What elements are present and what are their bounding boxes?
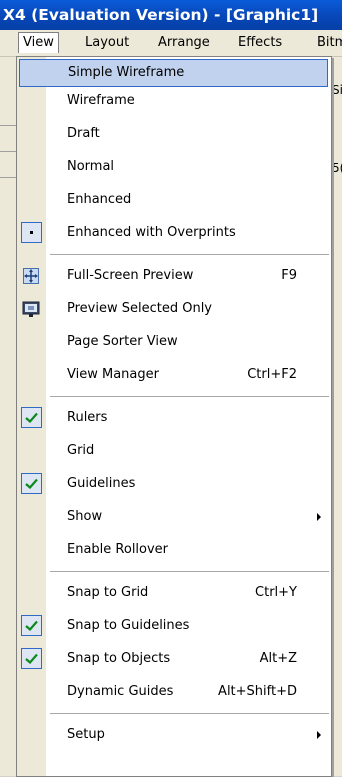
submenu-arrow-icon [317, 513, 321, 521]
menu-item-shortcut: F9 [281, 268, 297, 283]
menu-item-snap-to-objects[interactable]: Snap to Objects Alt+Z [17, 645, 331, 673]
menu-separator [50, 396, 329, 397]
menu-item-rulers[interactable]: Rulers [17, 404, 331, 432]
radio-dot-icon [21, 222, 42, 243]
checkmark-icon [21, 615, 42, 636]
menu-arrange[interactable]: Arrange [154, 33, 214, 53]
preview-selected-icon [22, 300, 40, 318]
menu-item-snap-to-grid[interactable]: Snap to Grid Ctrl+Y [17, 579, 331, 607]
menu-item-guidelines[interactable]: Guidelines [17, 470, 331, 498]
menu-effects[interactable]: Effects [234, 33, 286, 53]
toolbar-background-left [0, 57, 16, 776]
menu-item-label: Setup [67, 727, 105, 742]
checkmark-icon [21, 473, 42, 494]
menu-item-shortcut: Alt+Shift+D [218, 684, 297, 699]
toolbar-background-right: Si 5( [331, 57, 342, 776]
menu-item-shortcut: Ctrl+F2 [247, 367, 297, 382]
menu-item-full-screen-preview[interactable]: Full-Screen Preview F9 [17, 262, 331, 290]
menu-item-page-sorter-view[interactable]: Page Sorter View [17, 328, 331, 356]
menu-bitmaps[interactable]: Bitm [313, 33, 342, 53]
menu-item-label: Snap to Grid [67, 585, 149, 600]
checkmark-icon [21, 648, 42, 669]
menu-item-label: Show [67, 509, 103, 524]
menu-item-wireframe[interactable]: Wireframe [17, 87, 331, 115]
menu-item-label: Enable Rollover [67, 542, 169, 557]
menu-separator [50, 254, 329, 255]
menu-item-shortcut: Ctrl+Y [255, 585, 297, 600]
menu-bar: View Layout Arrange Effects Bitm [0, 30, 342, 57]
menu-item-label: Normal [67, 159, 115, 174]
menu-item-enhanced[interactable]: Enhanced [17, 186, 331, 214]
menu-item-label: Preview Selected Only [67, 301, 212, 316]
menu-item-label: Rulers [67, 410, 108, 425]
menu-item-label: Snap to Guidelines [67, 618, 190, 633]
menu-item-normal[interactable]: Normal [17, 153, 331, 181]
menu-item-label: Simple Wireframe [68, 65, 185, 80]
background-fragment: 5( [332, 161, 342, 175]
menu-item-label: Snap to Objects [67, 651, 171, 666]
menu-item-label: Page Sorter View [67, 334, 178, 349]
menu-separator [50, 713, 329, 714]
menu-item-label: Grid [67, 443, 95, 458]
menu-item-draft[interactable]: Draft [17, 120, 331, 148]
menu-item-enhanced-overprints[interactable]: Enhanced with Overprints [17, 219, 331, 247]
menu-separator [50, 571, 329, 572]
menu-item-view-manager[interactable]: View Manager Ctrl+F2 [17, 361, 331, 389]
menu-item-dynamic-guides[interactable]: Dynamic Guides Alt+Shift+D [17, 678, 331, 706]
menu-item-label: View Manager [67, 367, 159, 382]
menu-item-label: Enhanced with Overprints [67, 225, 236, 240]
menu-view[interactable]: View [18, 32, 59, 53]
fullscreen-preview-icon [22, 267, 40, 285]
submenu-arrow-icon [317, 731, 321, 739]
menu-item-preview-selected-only[interactable]: Preview Selected Only [17, 295, 331, 323]
menu-item-show[interactable]: Show [17, 503, 331, 531]
menu-item-shortcut: Alt+Z [259, 651, 297, 666]
menu-item-label: Draft [67, 126, 100, 141]
menu-item-snap-to-guidelines[interactable]: Snap to Guidelines [17, 612, 331, 640]
menu-item-grid[interactable]: Grid [17, 437, 331, 465]
menu-item-label: Wireframe [67, 93, 135, 108]
menu-layout[interactable]: Layout [81, 33, 133, 53]
background-fragment: Si [332, 83, 342, 97]
menu-item-setup[interactable]: Setup [17, 721, 331, 749]
menu-item-label: Full-Screen Preview [67, 268, 194, 283]
menu-item-label: Enhanced [67, 192, 132, 207]
checkmark-icon [21, 407, 42, 428]
title-bar: X4 (Evaluation Version) - [Graphic1] [0, 0, 342, 30]
view-menu-dropdown: Simple Wireframe Wireframe Draft Normal … [16, 56, 332, 777]
menu-item-label: Guidelines [67, 476, 136, 491]
window-title: X4 (Evaluation Version) - [Graphic1] [3, 6, 319, 24]
menu-item-simple-wireframe[interactable]: Simple Wireframe [19, 59, 328, 87]
menu-item-enable-rollover[interactable]: Enable Rollover [17, 536, 331, 564]
menu-item-label: Dynamic Guides [67, 684, 174, 699]
